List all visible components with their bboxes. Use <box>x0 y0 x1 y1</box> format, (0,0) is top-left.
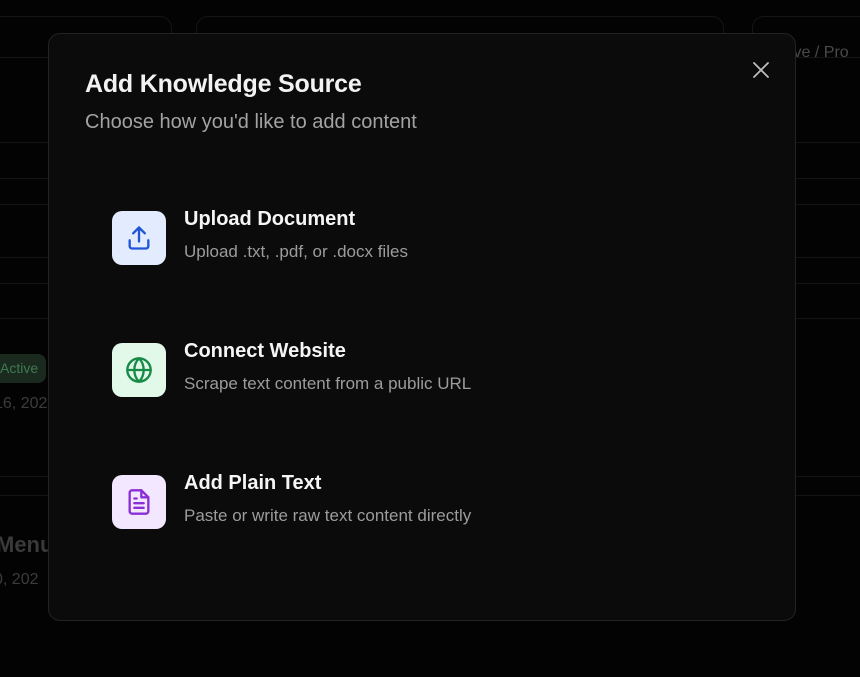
background-heading: Menu <box>0 532 54 557</box>
upload-icon-tile <box>112 211 166 265</box>
globe-icon-tile <box>112 343 166 397</box>
modal-subtitle: Choose how you'd like to add content <box>85 111 417 133</box>
background-breadcrumb: ive / Pro <box>790 44 849 61</box>
option-description: Paste or write raw text content directly <box>184 506 472 525</box>
upload-document-option[interactable]: Upload Document Upload .txt, .pdf, or .d… <box>89 194 749 286</box>
add-knowledge-source-modal: Add Knowledge Source Choose how you'd li… <box>48 33 796 621</box>
option-title: Add Plain Text <box>184 472 322 494</box>
close-button[interactable] <box>747 56 775 84</box>
document-text-icon <box>128 489 150 515</box>
connect-website-option[interactable]: Connect Website Scrape text content from… <box>89 326 749 418</box>
background-status-badge: Active <box>0 354 46 383</box>
background-date: 0, 202 <box>0 571 39 588</box>
option-title: Upload Document <box>184 208 356 230</box>
option-title: Connect Website <box>184 340 346 362</box>
document-text-icon-tile <box>112 475 166 529</box>
background-date: 16, 202 <box>0 395 48 412</box>
page-backdrop: ive / Pro Active 16, 202 Menu 0, 202 Add… <box>0 0 860 677</box>
globe-icon <box>126 357 152 383</box>
option-description: Upload .txt, .pdf, or .docx files <box>184 242 408 261</box>
close-icon <box>753 62 769 78</box>
upload-icon <box>128 226 150 250</box>
option-description: Scrape text content from a public URL <box>184 374 472 393</box>
add-plain-text-option[interactable]: Add Plain Text Paste or write raw text c… <box>89 458 749 550</box>
modal-title: Add Knowledge Source <box>85 70 362 98</box>
